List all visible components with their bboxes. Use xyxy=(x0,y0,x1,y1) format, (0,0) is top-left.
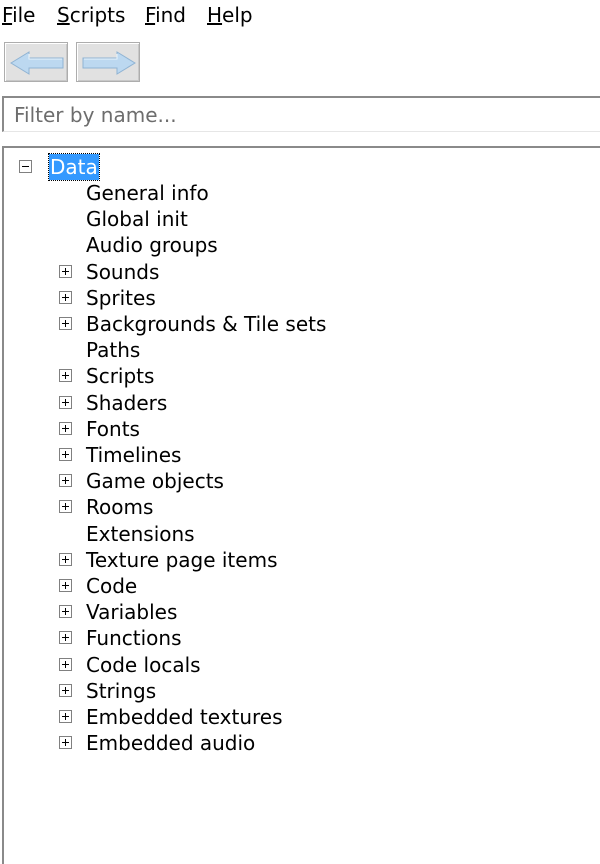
tree-item-label[interactable]: Functions xyxy=(86,625,182,651)
tree-item[interactable]: Code locals xyxy=(4,652,600,678)
expand-icon[interactable] xyxy=(59,500,72,514)
menu-help[interactable]: Help xyxy=(207,2,253,28)
filter-input[interactable] xyxy=(14,102,594,128)
tree-item[interactable]: Global init xyxy=(4,206,600,232)
tree-item-label[interactable]: Embedded textures xyxy=(86,704,283,730)
tree-item-label[interactable]: Sounds xyxy=(86,259,159,285)
expand-icon[interactable] xyxy=(59,605,72,619)
tree-item[interactable]: Strings xyxy=(4,678,600,704)
tree-item-label[interactable]: Game objects xyxy=(86,468,224,494)
tree-item-label[interactable]: Sprites xyxy=(86,285,156,311)
menu-find-mnemonic: F xyxy=(145,3,156,27)
tree-item[interactable]: Variables xyxy=(4,599,600,625)
tree-item-label[interactable]: Variables xyxy=(86,599,177,625)
tree-item-label[interactable]: Backgrounds & Tile sets xyxy=(86,311,326,337)
expand-icon[interactable] xyxy=(59,264,72,278)
toolbar xyxy=(0,42,600,88)
tree-item[interactable]: Sprites xyxy=(4,285,600,311)
menu-bar: File Scripts Find Help xyxy=(0,0,600,30)
expand-icon[interactable] xyxy=(59,657,72,671)
tree-item-label[interactable]: Code locals xyxy=(86,652,201,678)
tree-root-row[interactable]: Data xyxy=(4,153,600,181)
expand-icon[interactable] xyxy=(59,317,72,330)
menu-find-rest: ind xyxy=(155,3,186,27)
menu-help-mnemonic: H xyxy=(207,3,223,27)
tree-item[interactable]: Game objects xyxy=(4,468,600,494)
tree-item-label[interactable]: Scripts xyxy=(86,363,154,389)
tree-item[interactable]: Audio groups xyxy=(4,232,600,258)
filter-box xyxy=(2,96,600,132)
tree-item-label[interactable]: Timelines xyxy=(86,442,181,468)
expand-icon[interactable] xyxy=(59,683,72,697)
tree-item[interactable]: Code xyxy=(4,573,600,599)
expand-icon[interactable] xyxy=(59,395,72,409)
expand-icon[interactable] xyxy=(59,474,72,488)
tree-item-label[interactable]: Code xyxy=(86,573,137,599)
menu-help-rest: elp xyxy=(222,3,253,27)
expand-icon[interactable] xyxy=(59,710,72,723)
tree-item[interactable]: General info xyxy=(4,180,600,206)
tree-item-label[interactable]: Strings xyxy=(86,678,156,704)
tree-item-label[interactable]: Extensions xyxy=(86,521,195,547)
tree-item[interactable]: Texture page items xyxy=(4,547,600,573)
expand-icon[interactable] xyxy=(59,369,72,383)
tree-item[interactable]: Backgrounds & Tile sets xyxy=(4,311,600,337)
menu-find[interactable]: Find xyxy=(145,2,186,28)
back-button[interactable] xyxy=(4,42,68,82)
tree-item[interactable]: Sounds xyxy=(4,259,600,285)
forward-button[interactable] xyxy=(76,42,140,82)
tree-item-label[interactable]: Shaders xyxy=(86,390,167,416)
tree-item-label[interactable]: Rooms xyxy=(86,494,153,520)
expand-icon[interactable] xyxy=(59,631,72,645)
expand-icon[interactable] xyxy=(59,736,72,750)
tree-item-label[interactable]: Fonts xyxy=(86,416,140,442)
tree-item-label[interactable]: General info xyxy=(86,180,209,206)
resource-tree[interactable]: Data General info Global init Audio groups… xyxy=(2,146,600,864)
expand-icon[interactable] xyxy=(59,579,72,592)
tree-item-label[interactable]: Texture page items xyxy=(86,547,277,573)
menu-file[interactable]: File xyxy=(2,2,35,28)
menu-file-rest: ile xyxy=(12,3,36,27)
collapse-icon[interactable] xyxy=(19,160,32,173)
expand-icon[interactable] xyxy=(59,421,72,435)
expand-icon[interactable] xyxy=(59,448,72,461)
tree-item[interactable]: Paths xyxy=(4,337,600,363)
tree-item[interactable]: Scripts xyxy=(4,363,600,389)
tree-item[interactable]: Embedded audio xyxy=(4,730,600,756)
tree-item[interactable]: Shaders xyxy=(4,390,600,416)
tree-item[interactable]: Functions xyxy=(4,625,600,651)
tree-root-label[interactable]: Data xyxy=(48,153,100,181)
tree-item-label[interactable]: Audio groups xyxy=(86,232,218,258)
expand-icon[interactable] xyxy=(59,552,72,566)
tree-item-label[interactable]: Global init xyxy=(86,206,188,232)
expand-icon[interactable] xyxy=(59,290,72,304)
menu-scripts-mnemonic: S xyxy=(57,3,70,27)
tree-item[interactable]: Rooms xyxy=(4,494,600,520)
menu-scripts-rest: cripts xyxy=(69,3,126,27)
tree-item[interactable]: Timelines xyxy=(4,442,600,468)
tree-item-label[interactable]: Embedded audio xyxy=(86,730,255,756)
menu-file-mnemonic: F xyxy=(2,3,13,27)
menu-scripts[interactable]: Scripts xyxy=(57,2,125,28)
tree-item[interactable]: Extensions xyxy=(4,521,600,547)
tree-item-label[interactable]: Paths xyxy=(86,337,140,363)
tree-item[interactable]: Embedded textures xyxy=(4,704,600,730)
tree-item[interactable]: Fonts xyxy=(4,416,600,442)
